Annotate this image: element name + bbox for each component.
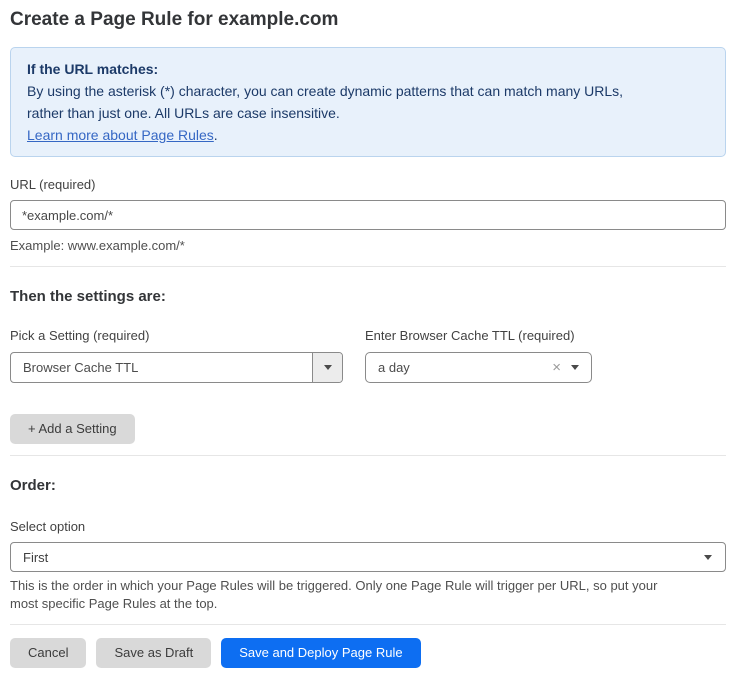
chevron-down-icon xyxy=(704,555,725,560)
page-title: Create a Page Rule for example.com xyxy=(10,8,726,32)
url-label: URL (required) xyxy=(10,177,726,192)
clear-icon[interactable]: × xyxy=(548,360,571,375)
footer-actions: Cancel Save as Draft Save and Deploy Pag… xyxy=(10,638,726,668)
link-period: . xyxy=(214,127,218,143)
chevron-down-glyph xyxy=(324,365,332,370)
order-helper-line: This is the order in which your Page Rul… xyxy=(10,577,726,595)
setting-select-value: Browser Cache TTL xyxy=(11,360,312,375)
learn-more-link[interactable]: Learn more about Page Rules xyxy=(27,127,214,143)
settings-labels-row: Pick a Setting (required) Enter Browser … xyxy=(10,328,726,352)
chevron-down-icon[interactable] xyxy=(571,365,591,370)
browser-cache-ttl-label: Enter Browser Cache TTL (required) xyxy=(365,328,592,343)
chevron-down-glyph xyxy=(704,555,712,560)
setting-select[interactable]: Browser Cache TTL xyxy=(10,352,343,383)
settings-heading: Then the settings are: xyxy=(10,288,726,306)
info-box-body-line: By using the asterisk (*) character, you… xyxy=(27,80,709,102)
order-select[interactable]: First xyxy=(10,542,726,572)
order-helper: This is the order in which your Page Rul… xyxy=(10,577,726,613)
order-select-value: First xyxy=(11,550,704,565)
section-divider xyxy=(10,455,726,456)
footer-divider xyxy=(10,624,726,625)
info-box-link-line: Learn more about Page Rules. xyxy=(27,124,709,146)
url-match-info-box: If the URL matches: By using the asteris… xyxy=(10,47,726,157)
save-draft-button[interactable]: Save as Draft xyxy=(96,638,211,668)
order-select-label: Select option xyxy=(10,519,726,534)
cancel-button[interactable]: Cancel xyxy=(10,638,86,668)
ttl-select-value: a day xyxy=(366,360,548,375)
chevron-down-icon[interactable] xyxy=(312,353,342,382)
url-example-helper: Example: www.example.com/* xyxy=(10,237,726,255)
pick-setting-label: Pick a Setting (required) xyxy=(10,328,343,343)
section-divider xyxy=(10,266,726,267)
chevron-down-glyph xyxy=(571,365,579,370)
info-box-heading: If the URL matches: xyxy=(27,58,709,80)
info-box-body-line: rather than just one. All URLs are case … xyxy=(27,102,709,124)
save-deploy-button[interactable]: Save and Deploy Page Rule xyxy=(221,638,420,668)
settings-selects-row: Browser Cache TTL a day × xyxy=(10,352,726,383)
url-input[interactable] xyxy=(10,200,726,230)
order-helper-line: most specific Page Rules at the top. xyxy=(10,595,726,613)
ttl-select[interactable]: a day × xyxy=(365,352,592,383)
order-heading: Order: xyxy=(10,477,726,495)
create-page-rule-form: Create a Page Rule for example.com If th… xyxy=(0,0,736,678)
add-setting-button[interactable]: + Add a Setting xyxy=(10,414,135,444)
